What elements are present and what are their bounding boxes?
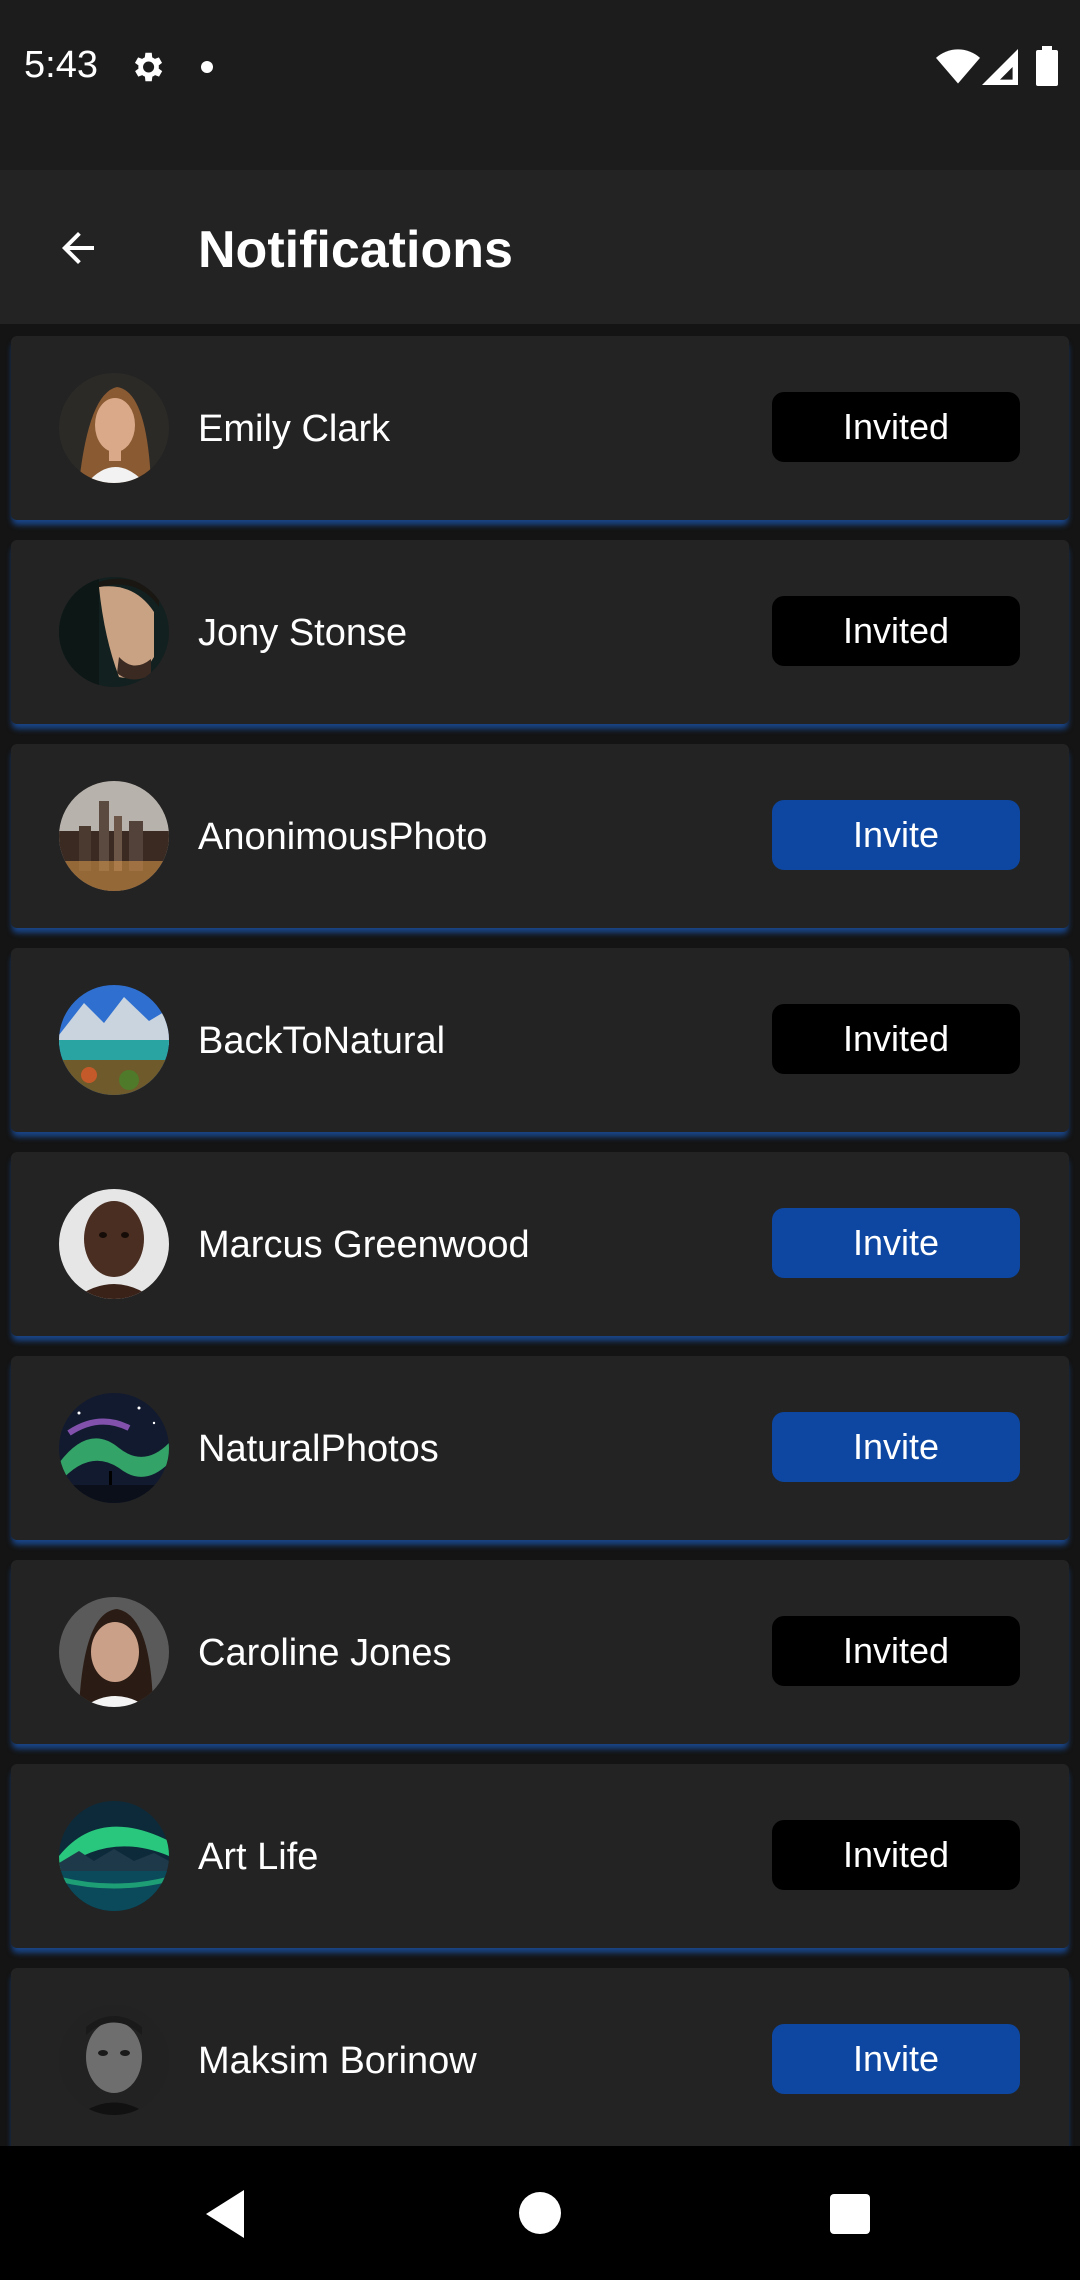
list-item: BackToNatural Invited	[11, 948, 1069, 1132]
invite-button[interactable]: Invite	[772, 1412, 1020, 1482]
aurora-landscape-avatar	[59, 1801, 169, 1911]
portrait-woman-avatar	[59, 1597, 169, 1707]
user-name: Art Life	[198, 1836, 319, 1878]
arrow-left-icon	[62, 232, 94, 264]
invited-button[interactable]: Invited	[772, 1004, 1020, 1074]
user-name: Emily Clark	[198, 408, 391, 450]
user-name: Marcus Greenwood	[198, 1224, 530, 1266]
page-title: Notifications	[198, 221, 513, 279]
nav-recents-icon[interactable]	[830, 2194, 870, 2234]
invited-button[interactable]: Invited	[772, 392, 1020, 462]
user-name: Jony Stonse	[198, 612, 408, 654]
invite-button[interactable]: Invite	[772, 1208, 1020, 1278]
city-night-avatar	[59, 781, 169, 891]
list-item: NaturalPhotos Invite	[11, 1356, 1069, 1540]
portrait-man-avatar	[59, 577, 169, 687]
wifi-icon	[936, 49, 980, 84]
portrait-woman-avatar	[59, 373, 169, 483]
list-item: Marcus Greenwood Invite	[11, 1152, 1069, 1336]
portrait-man-avatar	[59, 1189, 169, 1299]
user-list[interactable]: Emily Clark Invited Jony Stonse Invited	[0, 324, 1080, 2146]
aurora-sky-avatar	[59, 1393, 169, 1503]
nav-home-icon[interactable]	[519, 2192, 561, 2234]
battery-icon	[1036, 46, 1058, 86]
invited-button[interactable]: Invited	[772, 1616, 1020, 1686]
invite-button[interactable]: Invite	[772, 2024, 1020, 2094]
invited-button[interactable]: Invited	[772, 596, 1020, 666]
invite-button[interactable]: Invite	[772, 800, 1020, 870]
mountain-lake-avatar	[59, 985, 169, 1095]
back-button[interactable]	[44, 214, 112, 282]
nav-back-icon[interactable]	[200, 2186, 250, 2242]
list-item: Caroline Jones Invited	[11, 1560, 1069, 1744]
invited-button[interactable]: Invited	[772, 1820, 1020, 1890]
list-item: Art Life Invited	[11, 1764, 1069, 1948]
app-bar	[0, 170, 1080, 324]
user-name: AnonimousPhoto	[198, 816, 488, 858]
user-name: NaturalPhotos	[198, 1428, 439, 1470]
user-name: Caroline Jones	[198, 1632, 452, 1674]
list-item: AnonimousPhoto Invite	[11, 744, 1069, 928]
portrait-man-bw-avatar	[59, 2005, 169, 2115]
gear-icon	[134, 52, 163, 82]
user-name: BackToNatural	[198, 1020, 446, 1062]
notification-dot-icon	[201, 61, 213, 73]
list-item: Jony Stonse Invited	[11, 540, 1069, 724]
status-time: 5:43	[24, 44, 98, 86]
signal-icon	[982, 49, 1018, 85]
list-item: Maksim Borinow Invite	[11, 1968, 1069, 2146]
user-name: Maksim Borinow	[198, 2040, 477, 2082]
list-item: Emily Clark Invited	[11, 336, 1069, 520]
